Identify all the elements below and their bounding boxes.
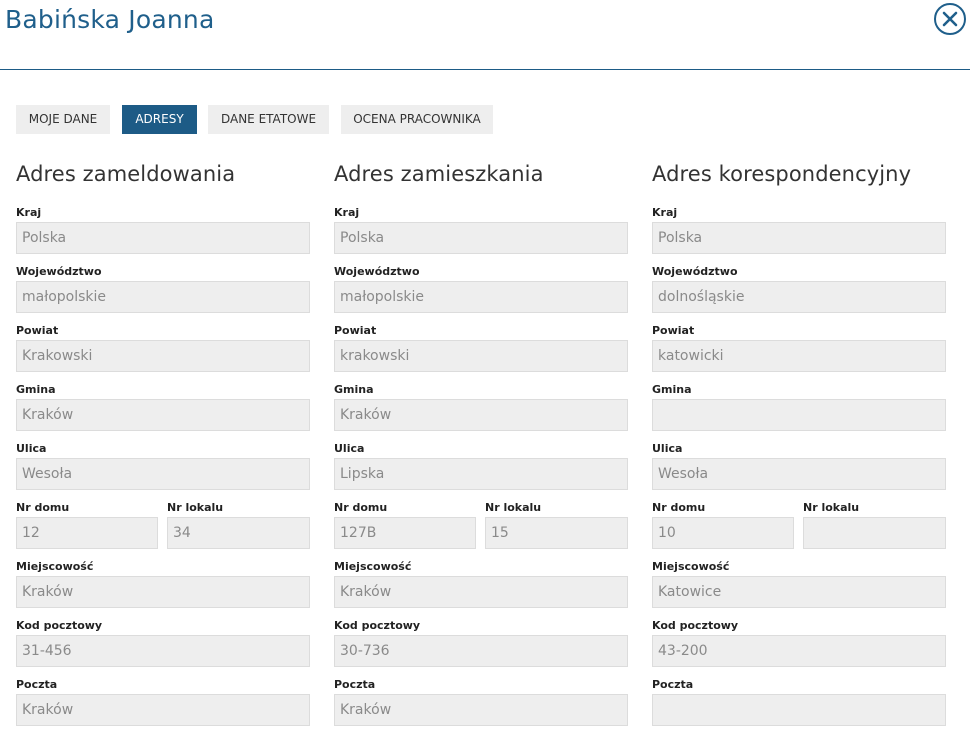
field-label: Kod pocztowy [652,619,739,632]
tab-adresy[interactable]: ADRESY [122,105,197,134]
field-label: Nr lokalu [485,501,542,514]
field-label: Nr lokalu [167,501,224,514]
address-column-zameldowania: Adres zameldowania Kraj Polska Województwo m… [16,160,310,726]
field-label: Województwo [334,265,420,278]
kraj-input[interactable]: Polska [16,222,310,254]
gmina-input[interactable]: Kraków [16,399,310,431]
address-column-zamieszkania: Adres zamieszkania Kraj Polska Województwo m… [334,160,628,726]
ulica-input[interactable]: Wesoła [652,458,946,490]
poczta-input[interactable]: Kraków [334,694,628,726]
field-label: Województwo [652,265,738,278]
field-label: Poczta [334,678,376,691]
field-label: Nr domu [16,501,70,514]
gmina-input[interactable] [652,399,946,431]
field-label: Ulica [652,442,683,455]
tab-dane-etatowe[interactable]: DANE ETATOWE [208,105,329,134]
nr-lokalu-input[interactable]: 15 [485,517,628,549]
nr-domu-input[interactable]: 12 [16,517,158,549]
powiat-input[interactable]: krakowski [334,340,628,372]
page-title: Babińska Joanna [5,5,215,34]
field-label: Nr domu [334,501,388,514]
field-label: Kod pocztowy [334,619,421,632]
kraj-input[interactable]: Polska [334,222,628,254]
nr-lokalu-input[interactable]: 34 [167,517,310,549]
section-heading: Adres zameldowania [16,162,236,186]
field-label: Województwo [16,265,102,278]
kod-input[interactable]: 31-456 [16,635,310,667]
field-label: Gmina [16,383,56,396]
field-label: Ulica [334,442,365,455]
field-label: Nr domu [652,501,706,514]
tab-moje-dane[interactable]: MOJE DANE [16,105,110,134]
tab-ocena-pracownika[interactable]: OCENA PRACOWNIKA [341,105,493,134]
miejscowosc-input[interactable]: Kraków [16,576,310,608]
miejscowosc-input[interactable]: Katowice [652,576,946,608]
miejscowosc-input[interactable]: Kraków [334,576,628,608]
ulica-input[interactable]: Lipska [334,458,628,490]
wojewodztwo-input[interactable]: małopolskie [334,281,628,313]
field-label: Kraj [652,206,678,219]
dialog-header: Babińska Joanna [0,0,970,70]
field-label: Kraj [16,206,42,219]
wojewodztwo-input[interactable]: dolnośląskie [652,281,946,313]
wojewodztwo-input[interactable]: małopolskie [16,281,310,313]
field-label: Gmina [652,383,692,396]
field-label: Poczta [652,678,694,691]
field-label: Miejscowość [16,560,94,573]
field-label: Gmina [334,383,374,396]
nr-domu-input[interactable]: 127B [334,517,476,549]
field-label: Miejscowość [334,560,412,573]
field-label: Kod pocztowy [16,619,103,632]
field-label: Poczta [16,678,58,691]
section-heading: Adres korespondencyjny [652,162,912,186]
close-icon [942,11,958,27]
section-heading: Adres zamieszkania [334,162,544,186]
field-label: Ulica [16,442,47,455]
poczta-input[interactable] [652,694,946,726]
close-button[interactable] [934,3,966,35]
nr-domu-input[interactable]: 10 [652,517,794,549]
gmina-input[interactable]: Kraków [334,399,628,431]
field-label: Kraj [334,206,360,219]
field-label: Powiat [334,324,377,337]
powiat-input[interactable]: Krakowski [16,340,310,372]
nr-lokalu-input[interactable] [803,517,946,549]
ulica-input[interactable]: Wesoła [16,458,310,490]
powiat-input[interactable]: katowicki [652,340,946,372]
kod-input[interactable]: 30-736 [334,635,628,667]
field-label: Powiat [652,324,695,337]
address-column-korespondencyjny: Adres korespondencyjny Kraj Polska Wojewódz… [652,160,946,726]
field-label: Nr lokalu [803,501,860,514]
field-label: Powiat [16,324,59,337]
kraj-input[interactable]: Polska [652,222,946,254]
poczta-input[interactable]: Kraków [16,694,310,726]
kod-input[interactable]: 43-200 [652,635,946,667]
field-label: Miejscowość [652,560,730,573]
